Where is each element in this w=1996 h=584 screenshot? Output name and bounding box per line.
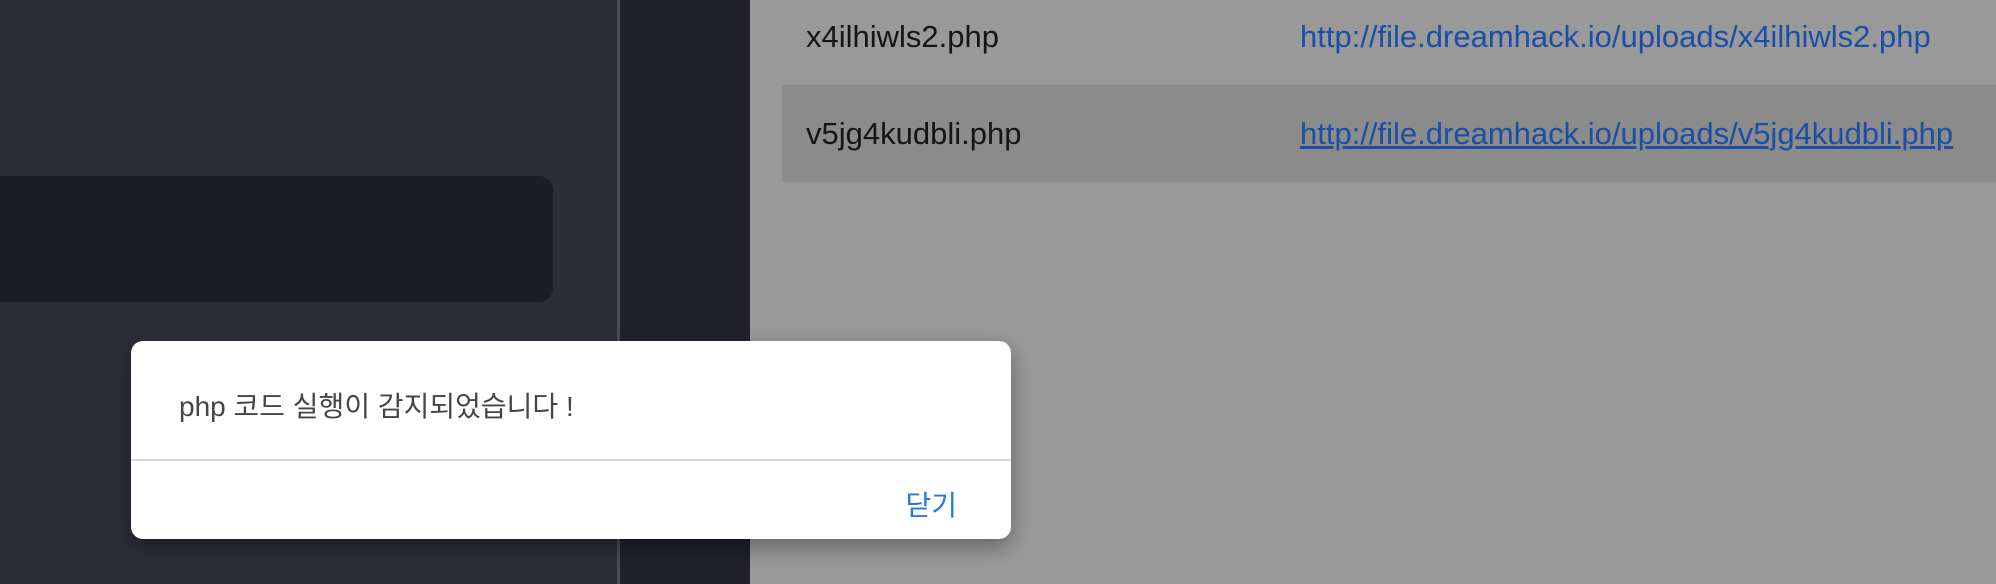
sidebar-block <box>0 176 553 302</box>
dialog-message: php 코드 실행이 감지되었습니다 ! <box>179 391 574 422</box>
alert-dialog: php 코드 실행이 감지되었습니다 ! 닫기 <box>131 341 1011 539</box>
table-row: x4ilhiwls2.php http://file.dreamhack.io/… <box>782 0 1996 85</box>
close-button[interactable]: 닫기 <box>901 480 961 528</box>
file-url-link[interactable]: http://file.dreamhack.io/uploads/v5jg4ku… <box>1300 116 1953 152</box>
file-url-link[interactable]: http://file.dreamhack.io/uploads/x4ilhiw… <box>1300 19 1931 55</box>
file-name: x4ilhiwls2.php <box>806 18 999 54</box>
table-row: v5jg4kudbli.php http://file.dreamhack.io… <box>782 85 1996 182</box>
dialog-divider <box>131 459 1011 461</box>
file-name: v5jg4kudbli.php <box>806 115 1022 151</box>
